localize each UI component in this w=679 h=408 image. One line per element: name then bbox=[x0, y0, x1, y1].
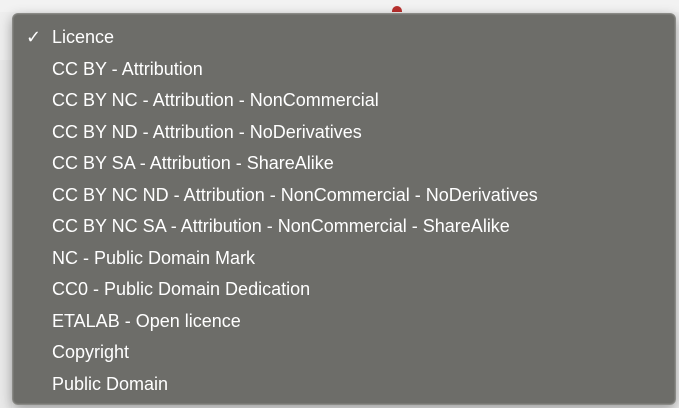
menu-item-label: CC BY NC ND - Attribution - NonCommercia… bbox=[52, 184, 538, 205]
menu-item-cc-by-sa[interactable]: CC BY SA - Attribution - ShareAlike bbox=[13, 148, 675, 180]
menu-item-cc-by-nc[interactable]: CC BY NC - Attribution - NonCommercial bbox=[13, 85, 675, 117]
menu-item-cc-by-nc-sa[interactable]: CC BY NC SA - Attribution - NonCommercia… bbox=[13, 211, 675, 243]
menu-item-label: CC BY - Attribution bbox=[52, 58, 203, 79]
menu-item-etalab[interactable]: ETALAB - Open licence bbox=[13, 306, 675, 338]
menu-item-label: CC BY NC - Attribution - NonCommercial bbox=[52, 90, 379, 110]
menu-item-cc-by-nc-nd[interactable]: CC BY NC ND - Attribution - NonCommercia… bbox=[13, 180, 675, 212]
menu-item-copyright[interactable]: Copyright bbox=[13, 337, 675, 369]
menu-item-label: CC BY NC SA - Attribution - NonCommercia… bbox=[52, 216, 510, 236]
background-indicator bbox=[392, 6, 402, 12]
menu-item-label: CC BY ND - Attribution - NoDerivatives bbox=[52, 121, 362, 142]
menu-item-label: Public Domain bbox=[52, 373, 169, 394]
background-toolbar bbox=[0, 0, 679, 12]
checkmark-icon: ✓ bbox=[26, 27, 42, 48]
background-edge bbox=[0, 60, 12, 408]
menu-item-label: CC0 - Public Domain Dedication bbox=[52, 279, 311, 299]
menu-item-public-domain[interactable]: Public Domain bbox=[13, 369, 675, 401]
menu-item-label: Copyright bbox=[52, 342, 130, 362]
menu-item-cc0[interactable]: CC0 - Public Domain Dedication bbox=[13, 274, 675, 306]
menu-item-public-domain-mark[interactable]: NC - Public Domain Mark bbox=[13, 243, 675, 275]
menu-item-label: NC - Public Domain Mark bbox=[52, 247, 256, 268]
licence-dropdown-menu[interactable]: ✓ Licence CC BY - Attribution CC BY NC -… bbox=[12, 13, 676, 405]
menu-item-label: ETALAB - Open licence bbox=[52, 310, 241, 331]
menu-item-cc-by-nd[interactable]: CC BY ND - Attribution - NoDerivatives bbox=[13, 117, 675, 149]
menu-item-cc-by[interactable]: CC BY - Attribution bbox=[13, 54, 675, 86]
menu-item-label: Licence bbox=[52, 27, 115, 47]
menu-item-label: CC BY SA - Attribution - ShareAlike bbox=[52, 153, 334, 173]
menu-item-licence[interactable]: ✓ Licence bbox=[13, 22, 675, 54]
